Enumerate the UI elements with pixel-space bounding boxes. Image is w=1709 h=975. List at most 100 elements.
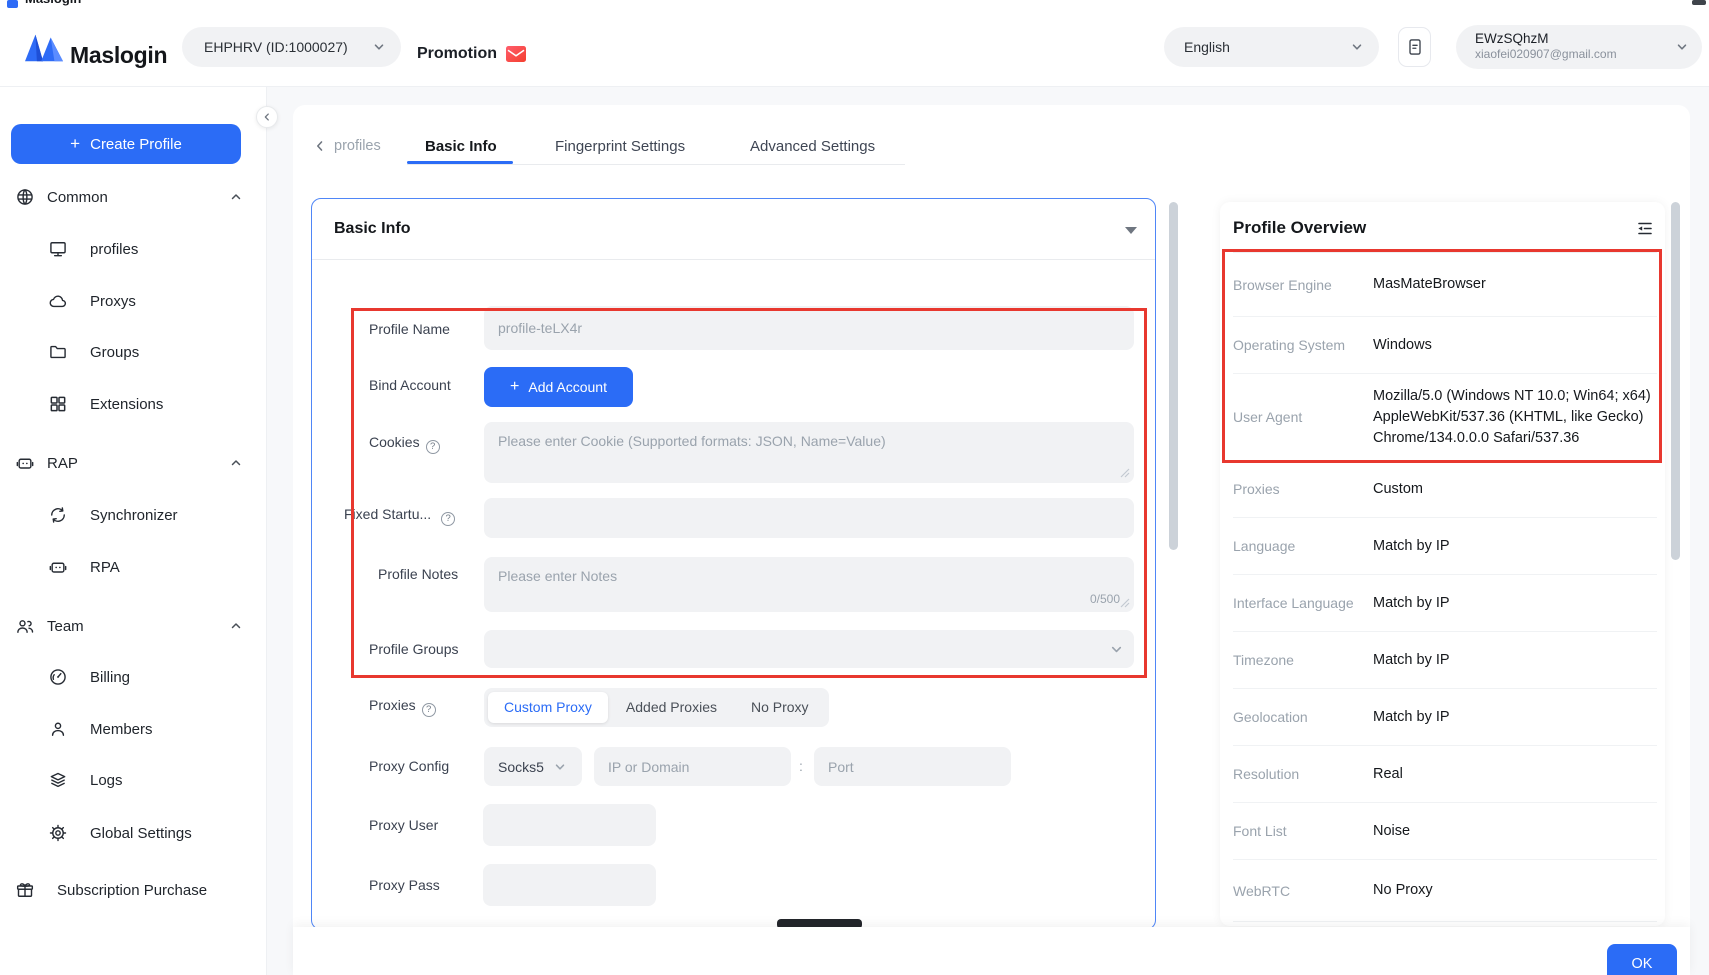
overview-row: Browser EngineMasMateBrowser: [1233, 253, 1657, 317]
sidebar-item-profiles[interactable]: profiles: [0, 227, 267, 271]
person-icon: [48, 719, 68, 739]
profile-name-input[interactable]: [484, 306, 1134, 350]
account-name: EWzSQhzM: [1475, 31, 1549, 46]
proxy-protocol-select[interactable]: Socks5: [484, 747, 582, 786]
sidebar-item-proxys[interactable]: Proxys: [0, 279, 267, 323]
sidebar-item-common[interactable]: Common: [0, 175, 267, 219]
overview-row: ResolutionReal: [1233, 746, 1657, 803]
proxies-label: Proxies?: [369, 697, 436, 717]
workspace-selector[interactable]: EHPHRV (ID:1000027): [182, 27, 401, 67]
tabs-divider: [407, 164, 905, 165]
tab-advanced-settings[interactable]: Advanced Settings: [750, 138, 875, 155]
back-to-profiles[interactable]: profiles: [314, 138, 381, 154]
proxies-segmented-control: Custom Proxy Added Proxies No Proxy: [484, 688, 829, 727]
host-port-separator: :: [799, 758, 803, 774]
gear-icon: [48, 823, 68, 843]
help-icon: ?: [422, 703, 436, 717]
overview-row: LanguageMatch by IP: [1233, 518, 1657, 575]
maslogin-logo: [25, 32, 63, 62]
profile-name-label: Profile Name: [369, 321, 450, 337]
sidebar-item-rap[interactable]: RAP: [0, 441, 267, 485]
add-account-button[interactable]: + Add Account: [484, 367, 633, 407]
ok-button[interactable]: OK: [1607, 944, 1677, 975]
language-label: English: [1164, 39, 1230, 55]
proxy-user-input[interactable]: [483, 804, 656, 846]
overview-row: TimezoneMatch by IP: [1233, 632, 1657, 689]
robot-icon: [48, 557, 68, 577]
tab-fingerprint-settings[interactable]: Fingerprint Settings: [555, 138, 685, 155]
account-menu[interactable]: EWzSQhzM xiaofei020907@gmail.com: [1456, 25, 1702, 69]
browser-tab-title: Maslogin: [25, 0, 81, 6]
app-header: Maslogin EHPHRV (ID:1000027) Promotion E…: [0, 9, 1709, 87]
globe-icon: [15, 187, 35, 207]
sidebar-item-global-settings[interactable]: Global Settings: [0, 811, 267, 855]
favicon-icon: [7, 0, 18, 8]
proxy-option-none[interactable]: No Proxy: [735, 692, 825, 723]
scrollbar-thumb[interactable]: [1169, 202, 1178, 550]
sidebar-item-logs[interactable]: Logs: [0, 758, 267, 802]
create-profile-label: Create Profile: [90, 136, 182, 153]
monitor-icon: [48, 239, 68, 259]
profile-groups-select[interactable]: [484, 630, 1134, 668]
help-icon: ?: [426, 440, 440, 454]
cloud-icon: [48, 291, 68, 311]
sidebar-item-team[interactable]: Team: [0, 604, 267, 648]
overview-row: WebRTCNo Proxy: [1233, 860, 1657, 922]
sidebar-item-synchronizer[interactable]: Synchronizer: [0, 493, 267, 537]
basic-info-title: Basic Info: [334, 220, 410, 238]
overview-row: GeolocationMatch by IP: [1233, 689, 1657, 746]
overview-row: Font ListNoise: [1233, 803, 1657, 860]
promotion-label: Promotion: [417, 45, 497, 63]
caret-down-icon[interactable]: [1125, 227, 1137, 234]
profile-notes-textarea[interactable]: [484, 557, 1134, 612]
proxy-host-input[interactable]: [594, 747, 791, 786]
brand-name: Maslogin: [70, 42, 167, 69]
sidebar-collapse-button[interactable]: [256, 106, 278, 128]
gift-icon: [15, 880, 35, 900]
sidebar-item-billing[interactable]: Billing: [0, 655, 267, 699]
create-profile-button[interactable]: + Create Profile: [11, 124, 241, 164]
proxy-pass-input[interactable]: [483, 864, 656, 906]
sidebar-item-rpa[interactable]: RPA: [0, 545, 267, 589]
proxy-option-added[interactable]: Added Proxies: [610, 692, 733, 723]
cookies-textarea[interactable]: [484, 422, 1134, 483]
envelope-icon: [506, 46, 526, 62]
plus-icon: +: [70, 134, 80, 154]
fixed-startup-input[interactable]: [484, 498, 1134, 538]
breadcrumb: profiles: [334, 138, 381, 154]
footer-bar: [293, 927, 1690, 975]
add-account-label: Add Account: [528, 379, 607, 395]
document-button[interactable]: [1398, 27, 1431, 67]
promotion-link[interactable]: Promotion: [417, 45, 526, 63]
sync-icon: [48, 505, 68, 525]
help-icon: ?: [441, 512, 455, 526]
chevron-up-icon: [230, 191, 242, 203]
browser-tab-remnant: Maslogin: [0, 0, 1709, 9]
profile-overview-title: Profile Overview: [1233, 218, 1366, 238]
proxy-option-custom[interactable]: Custom Proxy: [488, 692, 608, 723]
fixed-startup-label: Fixed Startu...?: [344, 506, 455, 526]
chevron-down-icon: [554, 761, 566, 773]
scrollbar-thumb[interactable]: [1671, 202, 1680, 560]
document-icon: [1405, 36, 1425, 58]
account-email: xiaofei020907@gmail.com: [1475, 47, 1617, 61]
overview-row: Interface LanguageMatch by IP: [1233, 575, 1657, 632]
tab-basic-info[interactable]: Basic Info: [425, 138, 497, 155]
overview-row: User AgentMozilla/5.0 (Windows NT 10.0; …: [1233, 374, 1657, 461]
chevron-left-icon: [314, 139, 326, 153]
chevron-down-icon: [373, 41, 385, 53]
sidebar-item-extensions[interactable]: Extensions: [0, 382, 267, 426]
basic-info-collapse-header[interactable]: [312, 199, 1155, 260]
profile-overview-rows: Browser EngineMasMateBrowser Operating S…: [1233, 252, 1657, 922]
collapse-panel-icon[interactable]: [1636, 221, 1654, 236]
robot-icon: [15, 453, 35, 473]
sidebar-item-subscription-purchase[interactable]: Subscription Purchase: [0, 868, 267, 912]
chevron-down-icon: [1676, 41, 1688, 53]
language-selector[interactable]: English: [1164, 27, 1379, 67]
notes-char-counter: 0/500: [1040, 592, 1120, 606]
sidebar-item-groups[interactable]: Groups: [0, 330, 267, 374]
overview-row: Operating SystemWindows: [1233, 317, 1657, 374]
sidebar-item-members[interactable]: Members: [0, 707, 267, 751]
profile-notes-label: Profile Notes: [378, 566, 458, 582]
proxy-port-input[interactable]: [814, 747, 1011, 786]
